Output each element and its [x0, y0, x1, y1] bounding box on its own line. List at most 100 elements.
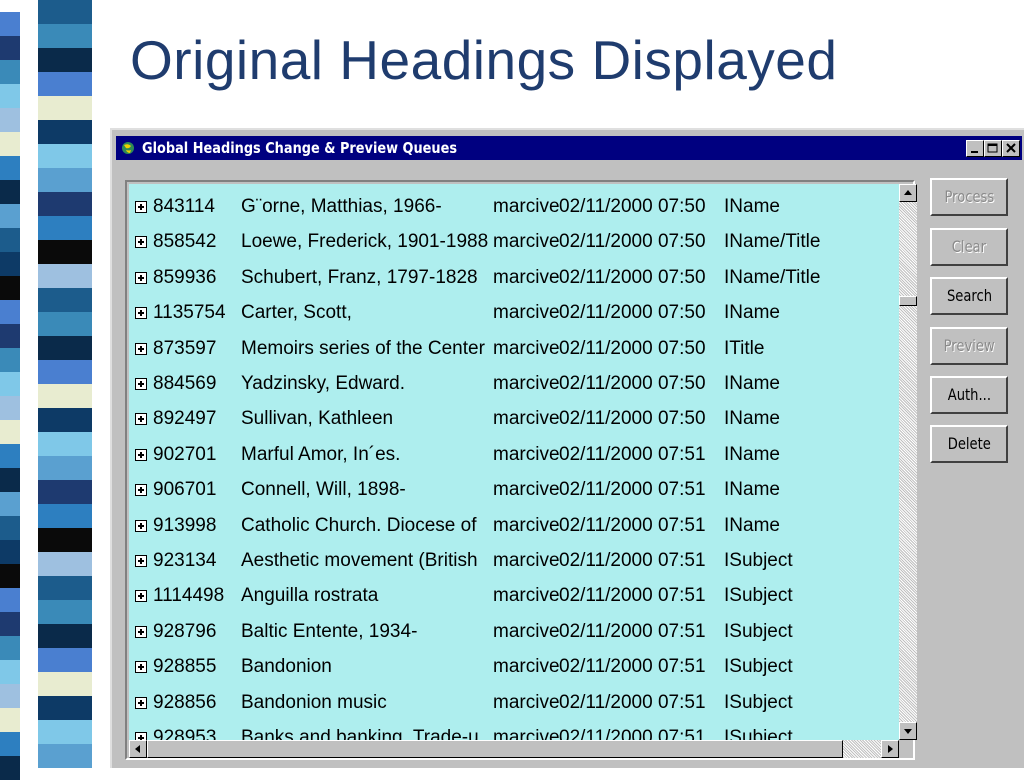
user-name: marcive [493, 196, 559, 217]
process-button[interactable]: Process [930, 178, 1008, 216]
table-row[interactable]: 873597 Memoirs series of the Center marciv… [129, 332, 899, 368]
plus-box-icon[interactable] [135, 732, 147, 740]
scroll-right-button[interactable] [881, 740, 899, 758]
plus-box-icon[interactable] [135, 413, 147, 426]
stripe [0, 276, 20, 300]
table-row[interactable]: 913998 Catholic Church. Diocese of marcive… [129, 509, 899, 545]
table-row[interactable]: 923134 Aesthetic movement (British marcive… [129, 544, 899, 580]
headings-list-panel: 843114 G¨orne, Matthias, 1966- marcive 02/1… [125, 180, 917, 760]
stripe [0, 660, 20, 684]
scroll-up-button[interactable] [899, 184, 917, 202]
stripe [0, 84, 20, 108]
record-id: 873597 [153, 337, 217, 359]
stripe [38, 600, 92, 624]
record-id: 902701 [153, 443, 217, 465]
record-id: 1114498 [153, 585, 225, 607]
plus-box-icon[interactable] [135, 519, 147, 532]
plus-box-icon[interactable] [135, 448, 147, 461]
arrow-right-icon [888, 745, 893, 753]
record-id: 843114 [153, 196, 215, 217]
plus-box-icon[interactable] [135, 342, 147, 355]
timestamp: 02/11/2000 07:51 [559, 514, 706, 536]
plus-box-icon[interactable] [135, 696, 147, 709]
horizontal-scroll-thumb[interactable] [147, 740, 843, 758]
plus-box-icon[interactable] [135, 236, 147, 249]
horizontal-scrollbar[interactable] [129, 740, 899, 758]
heading-text: Yadzinsky, Edward. [241, 373, 406, 394]
heading-type: ISubject [724, 620, 793, 642]
user-name: marcive [493, 373, 559, 394]
auth-button[interactable]: Auth... [930, 376, 1008, 414]
headings-list[interactable]: 843114 G¨orne, Matthias, 1966- marcive 02/1… [129, 184, 899, 740]
delete-button[interactable]: Delete [930, 425, 1008, 463]
scroll-left-button[interactable] [129, 740, 147, 758]
plus-box-icon[interactable] [135, 484, 147, 497]
plus-box-icon[interactable] [135, 307, 147, 320]
timestamp: 02/11/2000 07:50 [559, 266, 706, 288]
heading-text: Marful Amor, In´es. [241, 443, 401, 465]
stripe [0, 156, 20, 180]
maximize-icon [987, 143, 998, 153]
vertical-scroll-thumb[interactable] [899, 296, 917, 306]
stripe [0, 372, 20, 396]
maximize-button[interactable] [984, 140, 1002, 157]
table-row[interactable]: 1114498 Anguilla rostrata marcive 02/11/200… [129, 579, 899, 615]
heading-type: IName/Title [724, 266, 821, 288]
timestamp: 02/11/2000 07:51 [559, 585, 706, 607]
heading-type: ITitle [724, 337, 765, 359]
user-name: marcive [493, 550, 559, 571]
search-button[interactable]: Search [930, 277, 1008, 315]
stripe [38, 240, 92, 264]
minimize-button[interactable] [966, 140, 984, 157]
app-window: Global Headings Change & Preview Queues … [110, 128, 1024, 768]
user-name: marcive [493, 266, 559, 288]
stripe [0, 540, 20, 564]
delete-button-label: Delete [947, 434, 991, 453]
plus-box-icon[interactable] [135, 661, 147, 674]
timestamp: 02/11/2000 07:51 [559, 550, 706, 571]
plus-box-icon[interactable] [135, 625, 147, 638]
preview-button[interactable]: Preview [930, 327, 1008, 365]
table-row[interactable]: 928855 Bandonion marcive 02/11/2000 07:51 IS… [129, 650, 899, 686]
table-row[interactable]: 884569 Yadzinsky, Edward. marcive 02/11/200… [129, 367, 899, 403]
stripe [38, 72, 92, 96]
plus-box-icon[interactable] [135, 271, 147, 284]
heading-text: G¨orne, Matthias, 1966- [241, 196, 442, 217]
table-row[interactable]: 858542 Loewe, Frederick, 1901-1988 marcive… [129, 225, 899, 261]
table-row[interactable]: 906701 Connell, Will, 1898- marcive 02/11/2… [129, 473, 899, 509]
table-row[interactable]: 928796 Baltic Entente, 1934- marcive 02/11/… [129, 615, 899, 651]
plus-box-icon[interactable] [135, 590, 147, 603]
close-button[interactable] [1002, 140, 1020, 157]
stripe [0, 492, 20, 516]
stripe [0, 708, 20, 732]
window-titlebar[interactable]: Global Headings Change & Preview Queues [116, 136, 1022, 160]
plus-box-icon[interactable] [135, 201, 147, 213]
table-row[interactable]: 859936 Schubert, Franz, 1797-1828 marcive 0… [129, 261, 899, 297]
stripe [38, 528, 92, 552]
stripe [0, 396, 20, 420]
clear-button[interactable]: Clear [930, 228, 1008, 266]
plus-box-icon[interactable] [135, 555, 147, 567]
preview-button-label: Preview [943, 336, 995, 355]
stripe [38, 48, 92, 72]
user-name: marcive [493, 585, 559, 607]
user-name: marcive [493, 337, 559, 359]
table-row[interactable]: 928953 Banks and banking, Trade-u marcive 0… [129, 721, 899, 740]
stripe [38, 696, 92, 720]
timestamp: 02/11/2000 07:51 [559, 691, 706, 713]
stripe [0, 108, 20, 132]
stripe [38, 264, 92, 288]
vertical-scrollbar[interactable] [899, 184, 917, 740]
plus-box-icon[interactable] [135, 378, 147, 390]
table-row[interactable]: 1135754 Carter, Scott, marcive 02/11/2000 0… [129, 296, 899, 332]
table-row[interactable]: 928856 Bandonion music marcive 02/11/2000 0… [129, 686, 899, 722]
heading-text: Bandonion music [241, 691, 387, 713]
table-row[interactable]: 843114 G¨orne, Matthias, 1966- marcive 02/1… [129, 190, 899, 226]
stripe [0, 324, 20, 348]
stripe-divider [20, 0, 38, 768]
table-row[interactable]: 902701 Marful Amor, In´es. marcive 02/11/20… [129, 438, 899, 474]
stripe [38, 720, 92, 744]
timestamp: 02/11/2000 07:51 [559, 656, 706, 678]
table-row[interactable]: 892497 Sullivan, Kathleen marcive 02/11/200… [129, 402, 899, 438]
scroll-down-button[interactable] [899, 722, 917, 740]
